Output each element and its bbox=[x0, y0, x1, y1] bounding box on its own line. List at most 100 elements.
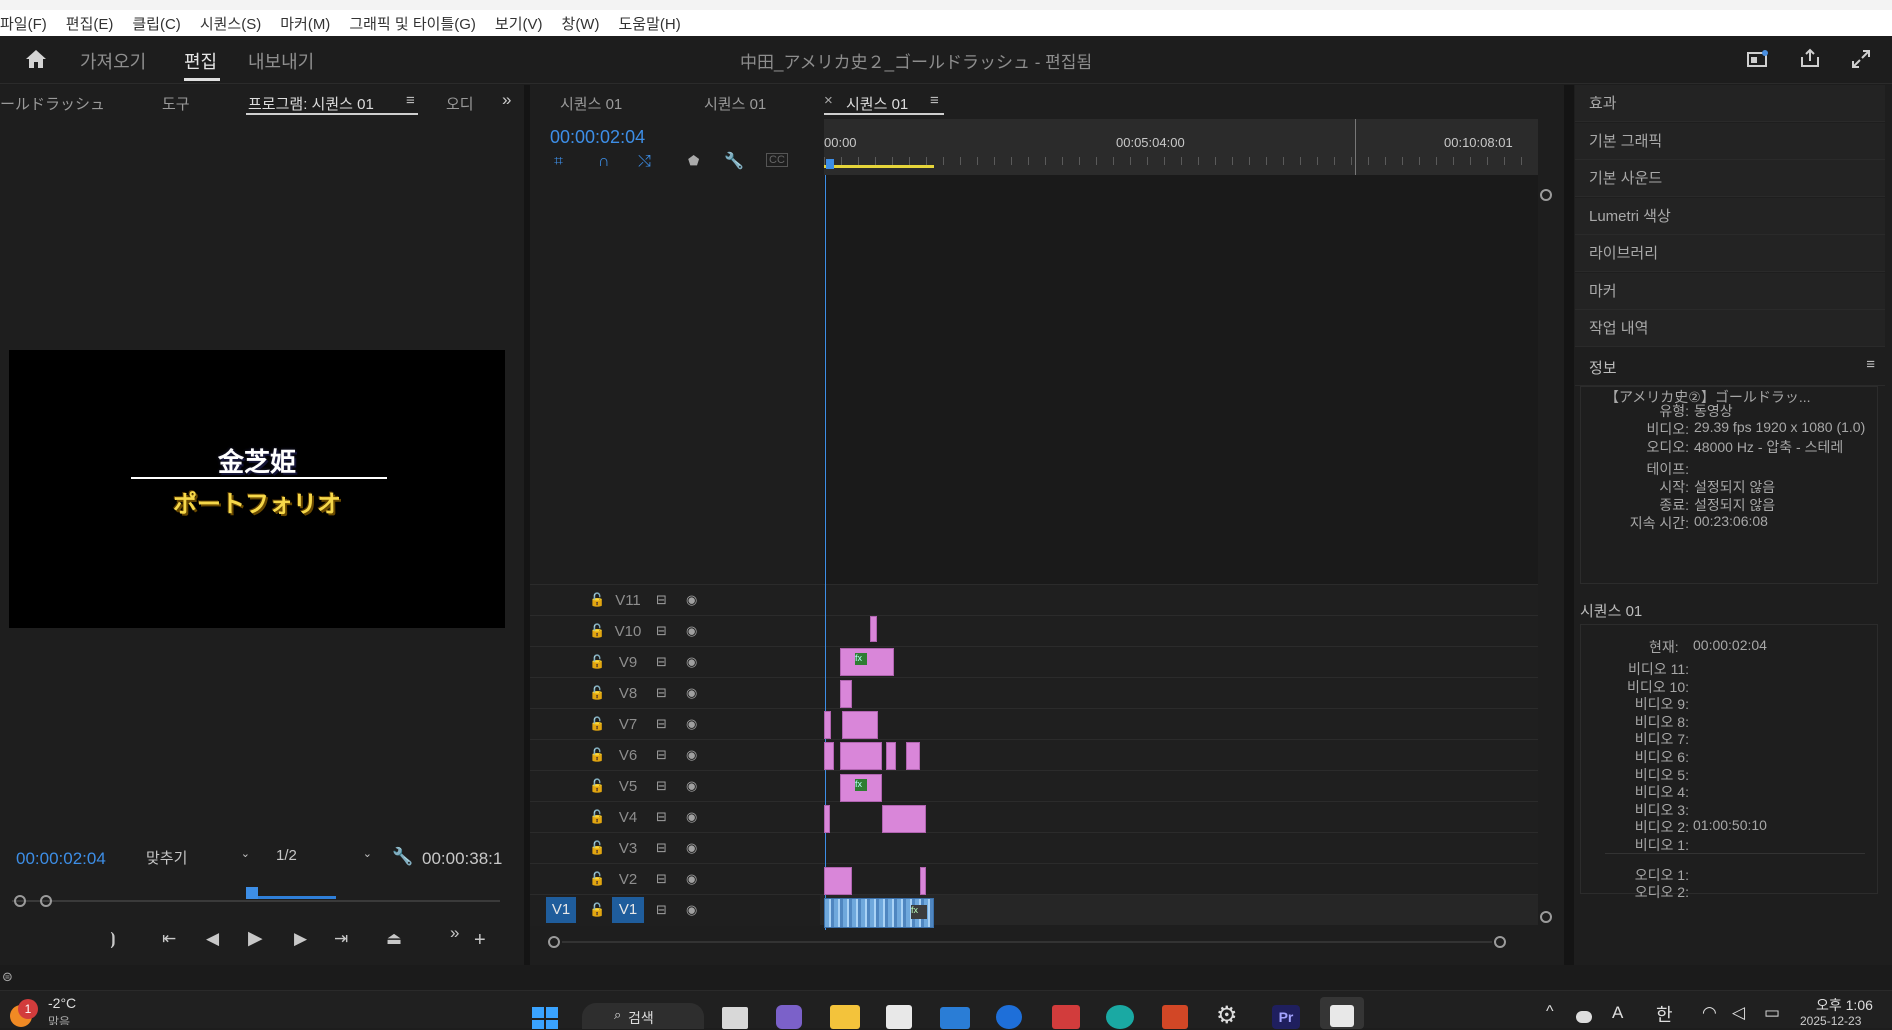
resolution-dropdown[interactable]: 1/2 ⌄ bbox=[276, 847, 374, 869]
clip-v4a[interactable] bbox=[824, 805, 830, 833]
menu-graphics[interactable]: 그래픽 및 타이틀(G) bbox=[349, 13, 476, 34]
task-view-icon[interactable] bbox=[722, 1007, 748, 1029]
step-forward-icon[interactable]: ▶︎ bbox=[294, 929, 307, 949]
eye-icon[interactable]: ◉ bbox=[686, 809, 697, 825]
play-icon[interactable]: ▶ bbox=[248, 927, 263, 950]
right-panel-item[interactable]: 라이브러리 bbox=[1575, 235, 1885, 272]
sync-lock-icon[interactable]: ⊟ bbox=[656, 871, 667, 887]
playhead-handle[interactable] bbox=[826, 159, 834, 169]
track-name[interactable]: V8 bbox=[612, 685, 644, 702]
lock-icon[interactable]: 🔓 bbox=[589, 592, 605, 608]
mark-out-icon[interactable]: ⦘ bbox=[110, 929, 116, 949]
fullscreen-icon[interactable] bbox=[1850, 48, 1872, 70]
tab-import[interactable]: 가져오기 bbox=[80, 48, 146, 74]
scroll-handle-right[interactable] bbox=[1494, 936, 1506, 948]
eye-icon[interactable]: ◉ bbox=[686, 592, 697, 608]
panel-menu-icon[interactable]: ≡ bbox=[930, 92, 939, 109]
sync-lock-icon[interactable]: ⊟ bbox=[656, 902, 667, 918]
menu-view[interactable]: 보기(V) bbox=[495, 13, 543, 34]
scrubber-track[interactable] bbox=[12, 900, 500, 902]
right-panel-item[interactable]: 효과 bbox=[1575, 85, 1885, 122]
track-row[interactable]: 🔓 V4 ⊟ ◉ bbox=[530, 801, 1538, 833]
track-row[interactable]: 🔓 V11 ⊟ ◉ bbox=[530, 584, 1538, 616]
track-name[interactable]: V10 bbox=[612, 623, 644, 640]
fit-dropdown[interactable]: 맞추기 ⌄ bbox=[146, 847, 252, 869]
track-row[interactable]: 🔓 V8 ⊟ ◉ bbox=[530, 677, 1538, 709]
tab-sequence-1[interactable]: 시퀀스 01 bbox=[560, 93, 622, 114]
track-name[interactable]: V6 bbox=[612, 747, 644, 764]
add-marker-icon[interactable]: ⬟ bbox=[688, 153, 699, 169]
eye-icon[interactable]: ◉ bbox=[686, 840, 697, 856]
clip-v5[interactable]: fx bbox=[840, 774, 882, 802]
chevron-right-icon[interactable]: » bbox=[502, 90, 511, 110]
eye-icon[interactable]: ◉ bbox=[686, 871, 697, 887]
sync-lock-icon[interactable]: ⊟ bbox=[656, 654, 667, 670]
track-name[interactable]: V9 bbox=[612, 654, 644, 671]
menu-clip[interactable]: 클립(C) bbox=[132, 13, 180, 34]
zoom-handle-right[interactable] bbox=[40, 895, 52, 907]
wrench-icon[interactable]: 🔧 bbox=[392, 847, 413, 867]
track-name[interactable]: V4 bbox=[612, 809, 644, 826]
settings-wrench-icon[interactable]: 🔧 bbox=[724, 151, 744, 171]
track-name[interactable]: V7 bbox=[612, 716, 644, 733]
clip-v2b[interactable] bbox=[920, 867, 926, 895]
right-panel-item[interactable]: 마커 bbox=[1575, 272, 1885, 310]
sync-lock-icon[interactable]: ⊟ bbox=[656, 809, 667, 825]
gmail-icon[interactable] bbox=[1052, 1005, 1080, 1029]
eye-icon[interactable]: ◉ bbox=[686, 902, 697, 918]
clip-v2a[interactable] bbox=[824, 867, 852, 895]
scroll-handle-left[interactable] bbox=[548, 936, 560, 948]
track-row[interactable]: V1 🔓 V1 ⊟ ◉ bbox=[530, 894, 1538, 926]
panel-divider[interactable] bbox=[1564, 85, 1574, 965]
right-panel-item[interactable]: 기본 그래픽 bbox=[1575, 122, 1885, 160]
menu-window[interactable]: 창(W) bbox=[562, 13, 600, 34]
track-name[interactable]: V1 bbox=[612, 897, 644, 923]
render-status-icon[interactable]: ⊜ bbox=[2, 969, 13, 985]
menu-edit[interactable]: 편집(E) bbox=[66, 13, 114, 34]
lock-icon[interactable]: 🔓 bbox=[589, 623, 605, 639]
track-name[interactable]: V11 bbox=[612, 592, 644, 609]
lock-icon[interactable]: 🔓 bbox=[589, 778, 605, 794]
file-explorer-icon[interactable] bbox=[830, 1005, 860, 1029]
onedrive-icon[interactable] bbox=[1576, 1011, 1592, 1023]
home-icon[interactable] bbox=[24, 48, 48, 70]
lock-icon[interactable]: 🔓 bbox=[589, 716, 605, 732]
tab-source-clip[interactable]: ールドラッシュ bbox=[0, 93, 105, 114]
track-name[interactable]: V3 bbox=[612, 840, 644, 857]
eye-icon[interactable]: ◉ bbox=[686, 685, 697, 701]
vertical-scroll-handle[interactable] bbox=[1540, 189, 1552, 201]
clock-time[interactable]: 오후 1:06 bbox=[1816, 995, 1873, 1015]
chevron-up-icon[interactable]: ^ bbox=[1546, 1003, 1554, 1021]
sync-lock-icon[interactable]: ⊟ bbox=[656, 747, 667, 763]
captions-icon[interactable]: CC bbox=[766, 153, 788, 167]
track-row[interactable]: 🔓 V9 ⊟ ◉ bbox=[530, 646, 1538, 678]
tab-edit[interactable]: 편집 bbox=[184, 48, 217, 74]
mail-icon[interactable] bbox=[940, 1007, 970, 1029]
track-row[interactable]: 🔓 V10 ⊟ ◉ bbox=[530, 615, 1538, 647]
clip-v10[interactable] bbox=[870, 616, 877, 642]
more-controls-icon[interactable]: » bbox=[450, 923, 459, 943]
lock-icon[interactable]: 🔓 bbox=[589, 871, 605, 887]
app-c-icon[interactable] bbox=[996, 1005, 1022, 1029]
lock-icon[interactable]: 🔓 bbox=[589, 654, 605, 670]
track-name[interactable]: V2 bbox=[612, 871, 644, 888]
lift-icon[interactable]: ⏏ bbox=[386, 929, 402, 949]
right-panel-item[interactable]: 작업 내역 bbox=[1575, 310, 1885, 347]
menu-marker[interactable]: 마커(M) bbox=[280, 13, 330, 34]
track-name[interactable]: V5 bbox=[612, 778, 644, 795]
horizontal-scrollbar[interactable] bbox=[548, 936, 1538, 948]
volume-icon[interactable]: ◁ bbox=[1732, 1003, 1745, 1023]
clip-v7a[interactable] bbox=[824, 711, 831, 739]
step-back-icon[interactable]: ◀︎ bbox=[206, 929, 219, 949]
clip-v8[interactable] bbox=[840, 680, 852, 708]
track-row[interactable]: 🔓 V3 ⊟ ◉ bbox=[530, 832, 1538, 864]
sync-lock-icon[interactable]: ⊟ bbox=[656, 716, 667, 732]
sync-lock-icon[interactable]: ⊟ bbox=[656, 778, 667, 794]
eye-icon[interactable]: ◉ bbox=[686, 654, 697, 670]
menu-help[interactable]: 도움말(H) bbox=[618, 13, 680, 34]
active-app-highlight[interactable] bbox=[1320, 997, 1364, 1029]
tab-sequence-2[interactable]: 시퀀스 01 bbox=[704, 93, 766, 114]
clip-v1[interactable]: fx bbox=[824, 898, 934, 928]
store-icon[interactable] bbox=[886, 1005, 912, 1029]
lock-icon[interactable]: 🔓 bbox=[589, 840, 605, 856]
